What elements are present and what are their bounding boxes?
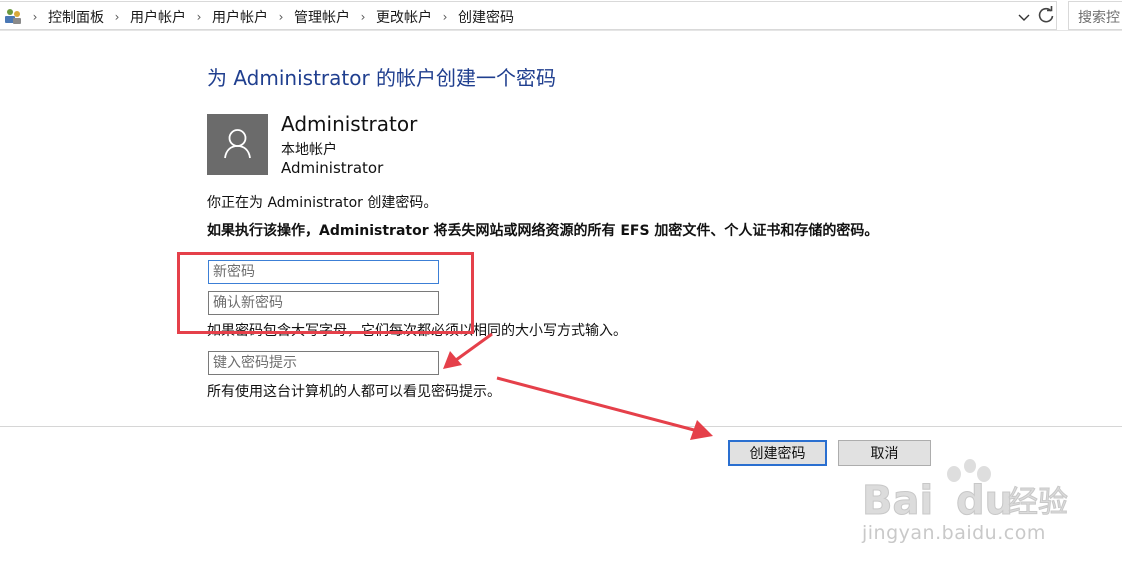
svg-text:Bai: Bai (862, 478, 933, 524)
search-placeholder: 搜索控 (1078, 10, 1120, 26)
address-box[interactable]: › 控制面板 › 用户帐户 › 用户帐户 › 管理帐户 › 更改帐户 › 创建密… (0, 1, 1057, 30)
divider (0, 426, 1122, 427)
account-name: Administrator (281, 112, 418, 136)
chevron-right-icon[interactable]: › (352, 10, 374, 24)
password-hint-field[interactable] (208, 351, 439, 375)
svg-text:经验: 经验 (1008, 485, 1068, 520)
search-input[interactable]: 搜索控 (1068, 1, 1122, 30)
info-text: 你正在为 Administrator 创建密码。 (207, 195, 438, 211)
breadcrumb-user-accounts[interactable]: 用户帐户 (128, 7, 188, 27)
chevron-right-icon[interactable]: › (106, 10, 128, 24)
svg-text:du: du (956, 478, 1013, 524)
chevron-right-icon[interactable]: › (24, 10, 46, 24)
chevron-right-icon[interactable]: › (434, 10, 456, 24)
breadcrumb-create-password[interactable]: 创建密码 (456, 7, 516, 27)
watermark-url: jingyan.baidu.com (862, 522, 1046, 544)
account-type: 本地帐户 (281, 142, 337, 158)
refresh-icon[interactable] (1036, 5, 1056, 25)
chevron-down-icon[interactable] (1017, 10, 1031, 24)
create-password-button[interactable]: 创建密码 (728, 440, 827, 466)
page-title: 为 Administrator 的帐户创建一个密码 (207, 66, 557, 90)
breadcrumb-manage-accounts[interactable]: 管理帐户 (292, 7, 352, 27)
breadcrumb-control-panel[interactable]: 控制面板 (46, 7, 106, 27)
breadcrumb: › 控制面板 › 用户帐户 › 用户帐户 › 管理帐户 › 更改帐户 › 创建密… (24, 2, 516, 31)
address-bar: › 控制面板 › 用户帐户 › 用户帐户 › 管理帐户 › 更改帐户 › 创建密… (0, 0, 1122, 31)
annotation-arrow-to-create (496, 376, 713, 440)
baidu-watermark-logo: Bai du 经验 (862, 459, 1068, 525)
confirm-password-field[interactable] (208, 291, 439, 315)
cancel-button[interactable]: 取消 (838, 440, 931, 466)
case-note: 如果密码包含大写字母，它们每次都必须以相同的大小写方式输入。 (207, 323, 627, 339)
breadcrumb-user-accounts-sub[interactable]: 用户帐户 (210, 7, 270, 27)
breadcrumb-change-account[interactable]: 更改帐户 (374, 7, 434, 27)
user-icon (224, 129, 251, 159)
control-panel-icon (5, 9, 21, 24)
avatar (207, 114, 268, 175)
new-password-field[interactable] (208, 260, 439, 284)
hint-note: 所有使用这台计算机的人都可以看见密码提示。 (207, 384, 501, 400)
annotation-arrows (443, 332, 713, 440)
chevron-right-icon[interactable]: › (188, 10, 210, 24)
chevron-right-icon[interactable]: › (270, 10, 292, 24)
account-group: Administrator (281, 159, 384, 177)
warning-text: 如果执行该操作，Administrator 将丢失网站或网络资源的所有 EFS … (207, 223, 879, 239)
